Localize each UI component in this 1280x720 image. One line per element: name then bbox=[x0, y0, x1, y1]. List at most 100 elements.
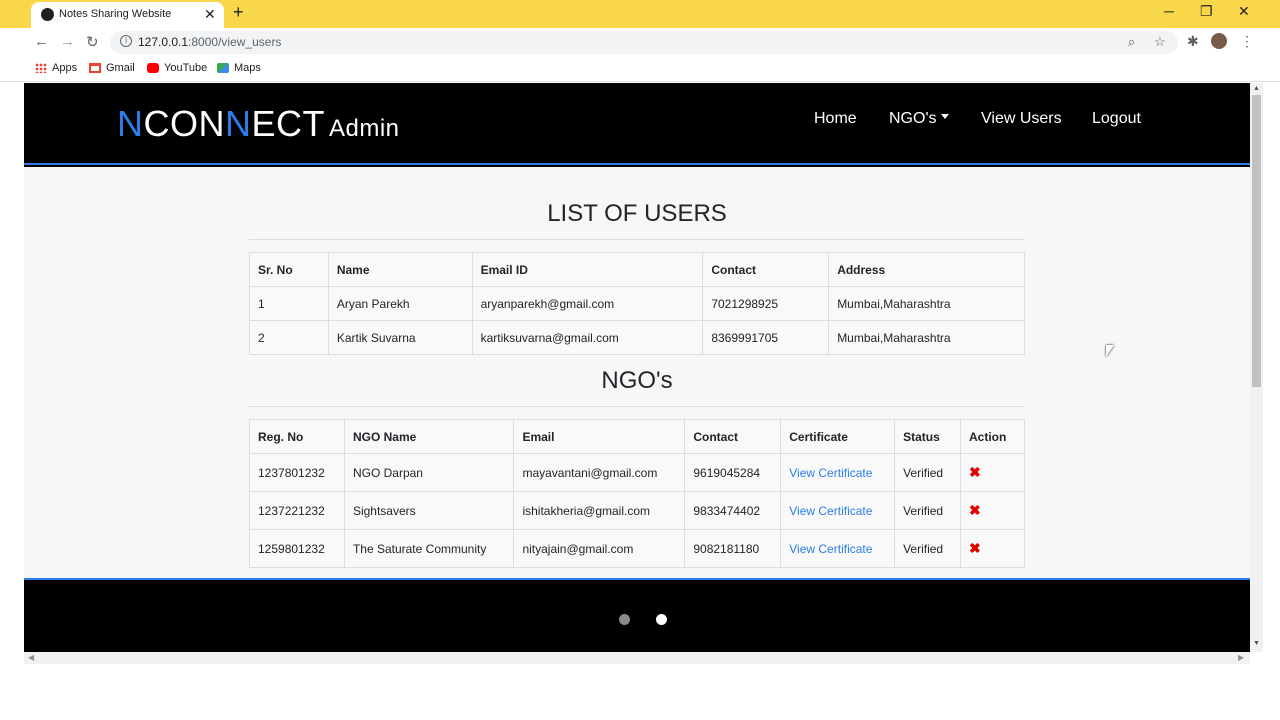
scrollbar-thumb[interactable] bbox=[1252, 95, 1261, 387]
bookmark-youtube[interactable]: YouTube bbox=[147, 62, 207, 74]
reload-icon[interactable]: ↻ bbox=[86, 33, 99, 51]
table-row: 2 Kartik Suvarna kartiksuvarna@gmail.com… bbox=[249, 320, 1025, 355]
table-cell: Mumbai,Maharashtra bbox=[828, 286, 1025, 321]
table-cell: Mumbai,Maharashtra bbox=[828, 320, 1025, 355]
column-header: Reg. No bbox=[249, 419, 345, 454]
view-certificate-link[interactable]: View Certificate bbox=[789, 542, 872, 556]
scroll-up-icon[interactable]: ▲ bbox=[1253, 85, 1260, 92]
table-cell: View Certificate bbox=[780, 453, 896, 492]
table-cell: ✖ bbox=[960, 529, 1025, 568]
nav-home[interactable]: Home bbox=[814, 110, 857, 128]
info-icon[interactable]: i bbox=[120, 35, 132, 47]
back-icon[interactable]: ← bbox=[34, 33, 49, 50]
table-cell: 9082181180 bbox=[684, 529, 782, 568]
forward-icon[interactable]: → bbox=[60, 33, 75, 50]
tab-close-icon[interactable]: ✕ bbox=[204, 6, 216, 23]
table-cell: ✖ bbox=[960, 453, 1025, 492]
column-header: Contact bbox=[702, 252, 830, 287]
view-certificate-link[interactable]: View Certificate bbox=[789, 504, 872, 518]
menu-icon[interactable]: ⋮ bbox=[1240, 33, 1254, 50]
table-header-row: Reg. No NGO Name Email Contact Certifica… bbox=[249, 419, 1025, 454]
extensions-icon[interactable]: ✱ bbox=[1187, 33, 1199, 50]
scroll-down-icon[interactable]: ▼ bbox=[1253, 640, 1260, 647]
status-cell: Verified bbox=[894, 529, 961, 568]
caret-down-icon bbox=[940, 114, 949, 120]
divider bbox=[249, 239, 1025, 240]
table-cell: aryanparekh@gmail.com bbox=[471, 286, 704, 321]
table-cell: 7021298925 bbox=[702, 286, 830, 321]
table-cell: The Saturate Community bbox=[343, 529, 515, 568]
bookmark-gmail[interactable]: Gmail bbox=[89, 62, 135, 74]
users-table: Sr. No Name Email ID Contact Address 1 A… bbox=[249, 252, 1025, 355]
apps-grid-icon bbox=[35, 63, 47, 73]
scroll-right-icon[interactable]: ▶ bbox=[1238, 653, 1244, 662]
table-cell: Kartik Suvarna bbox=[327, 320, 473, 355]
view-certificate-link[interactable]: View Certificate bbox=[789, 466, 872, 480]
browser-toolbar: ← → ↻ i 127.0.0.1:8000/view_users ⌕ ☆ ✱ … bbox=[0, 28, 1280, 56]
table-cell: 9833474402 bbox=[684, 491, 782, 530]
table-cell: 2 bbox=[249, 320, 329, 355]
maps-icon bbox=[217, 63, 229, 73]
url-text: 127.0.0.1:8000/view_users bbox=[138, 35, 282, 49]
table-cell: Sightsavers bbox=[343, 491, 515, 530]
table-cell: 1237221232 bbox=[249, 491, 345, 530]
table-cell: kartiksuvarna@gmail.com bbox=[471, 320, 704, 355]
table-header-row: Sr. No Name Email ID Contact Address bbox=[249, 252, 1025, 287]
ngos-table: Reg. No NGO Name Email Contact Certifica… bbox=[249, 419, 1025, 568]
table-cell: 8369991705 bbox=[702, 320, 830, 355]
column-header: NGO Name bbox=[343, 419, 515, 454]
browser-tabstrip: Notes Sharing Website ✕ + ─ ❐ ✕ bbox=[0, 0, 1280, 28]
nav-view-users[interactable]: View Users bbox=[981, 110, 1062, 128]
table-cell: 1237801232 bbox=[249, 453, 345, 492]
content-bottom-border bbox=[24, 578, 1250, 580]
bookmark-maps[interactable]: Maps bbox=[217, 62, 261, 74]
table-cell: ✖ bbox=[960, 491, 1025, 530]
column-header: Sr. No bbox=[249, 252, 329, 287]
address-bar[interactable]: i 127.0.0.1:8000/view_users ⌕ ☆ bbox=[110, 31, 1178, 54]
main-content: LIST OF USERS Sr. No Name Email ID Conta… bbox=[24, 167, 1250, 578]
nav-logout[interactable]: Logout bbox=[1092, 110, 1141, 128]
delete-icon[interactable]: ✖ bbox=[969, 540, 981, 556]
column-header: Name bbox=[327, 252, 473, 287]
ngos-title: NGO's bbox=[601, 367, 673, 394]
table-cell: Aryan Parekh bbox=[327, 286, 473, 321]
column-header: Email ID bbox=[471, 252, 704, 287]
table-cell: NGO Darpan bbox=[343, 453, 515, 492]
site-logo[interactable]: NCONNECT Admin bbox=[117, 103, 400, 145]
column-header: Email bbox=[513, 419, 686, 454]
table-row: 1237801232 NGO Darpan mayavantani@gmail.… bbox=[249, 453, 1025, 492]
youtube-icon bbox=[147, 63, 159, 73]
profile-avatar[interactable] bbox=[1211, 33, 1227, 49]
table-cell: View Certificate bbox=[780, 529, 896, 568]
table-row: 1237221232 Sightsavers ishitakheria@gmai… bbox=[249, 491, 1025, 530]
new-tab-button[interactable]: + bbox=[233, 2, 244, 23]
users-title: LIST OF USERS bbox=[547, 200, 727, 227]
restore-icon[interactable]: ❐ bbox=[1200, 3, 1213, 20]
carousel-dot-active[interactable] bbox=[656, 614, 667, 625]
table-cell: 9619045284 bbox=[684, 453, 782, 492]
column-header: Status bbox=[894, 419, 961, 454]
delete-icon[interactable]: ✖ bbox=[969, 464, 981, 480]
carousel-dot[interactable] bbox=[619, 614, 630, 625]
table-row: 1259801232 The Saturate Community nityaj… bbox=[249, 529, 1025, 568]
table-cell: 1259801232 bbox=[249, 529, 345, 568]
zoom-icon[interactable]: ⌕ bbox=[1128, 34, 1135, 50]
page-viewport: NCONNECT Admin Home NGO's View Users Logo… bbox=[24, 83, 1250, 652]
horizontal-scrollbar[interactable]: ◀ ▶ bbox=[24, 652, 1250, 664]
minimize-icon[interactable]: ─ bbox=[1164, 3, 1174, 19]
nav-ngos-dropdown[interactable]: NGO's bbox=[889, 110, 949, 128]
delete-icon[interactable]: ✖ bbox=[969, 502, 981, 518]
vertical-scrollbar[interactable]: ▲ ▼ bbox=[1250, 83, 1263, 652]
table-cell: View Certificate bbox=[780, 491, 896, 530]
site-header: NCONNECT Admin Home NGO's View Users Logo… bbox=[24, 83, 1250, 165]
status-cell: Verified bbox=[894, 453, 961, 492]
tab-title: Notes Sharing Website bbox=[59, 8, 172, 20]
status-cell: Verified bbox=[894, 491, 961, 530]
star-icon[interactable]: ☆ bbox=[1154, 34, 1166, 50]
table-cell: ishitakheria@gmail.com bbox=[513, 491, 686, 530]
close-window-icon[interactable]: ✕ bbox=[1238, 3, 1250, 20]
bookmark-apps[interactable]: Apps bbox=[35, 62, 77, 74]
browser-tab[interactable]: Notes Sharing Website ✕ bbox=[31, 2, 224, 28]
column-header: Certificate bbox=[780, 419, 896, 454]
scroll-left-icon[interactable]: ◀ bbox=[28, 653, 34, 662]
